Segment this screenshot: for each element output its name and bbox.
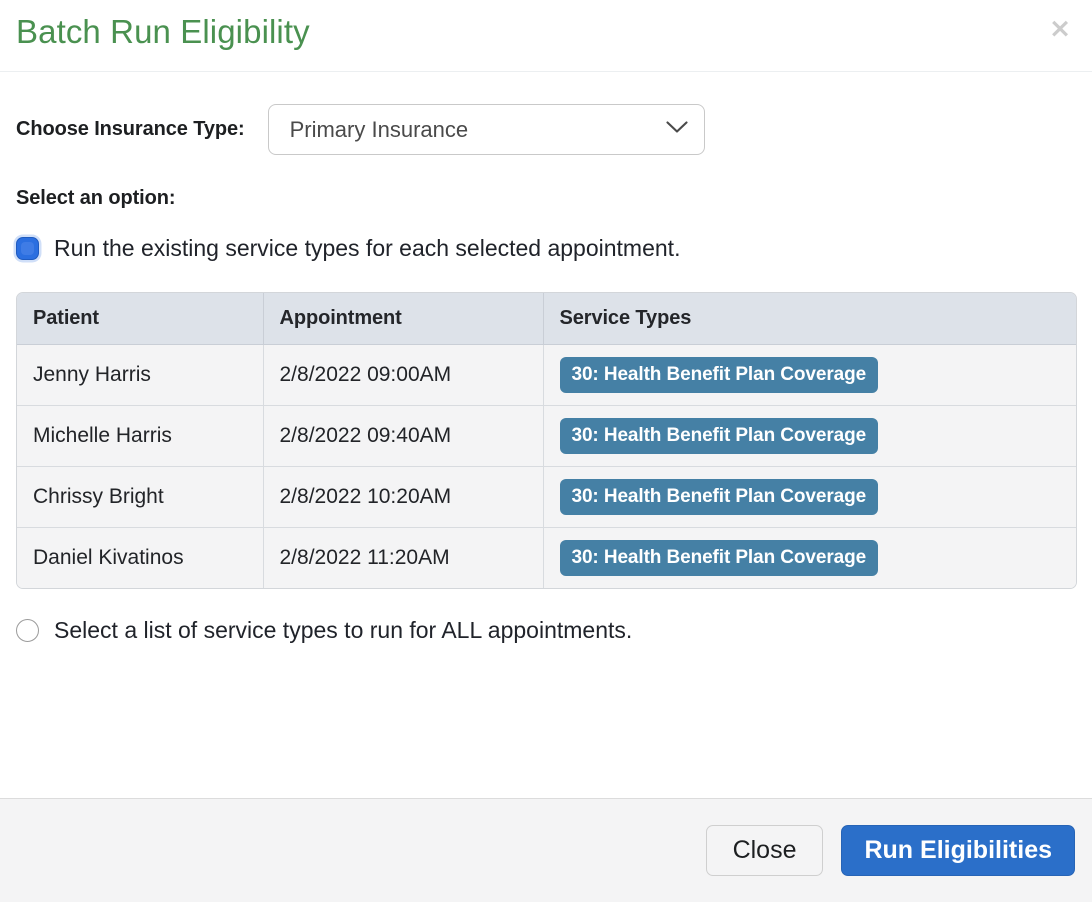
cell-patient: Chrissy Bright	[17, 466, 264, 528]
column-header-appointment: Appointment	[263, 293, 544, 345]
dialog-footer: Close Run Eligibilities	[0, 798, 1092, 902]
batch-run-eligibility-dialog: Batch Run Eligibility × Choose Insurance…	[0, 0, 1092, 902]
insurance-type-select-wrap: Primary Insurance	[267, 104, 705, 155]
radio-option-existing-service-types[interactable]: Run the existing service types for each …	[16, 234, 1076, 262]
cell-service-types: 30: Health Benefit Plan Coverage	[543, 527, 1076, 588]
radio-option-2-label: Select a list of service types to run fo…	[54, 617, 633, 643]
radio-option-list-service-types[interactable]: Select a list of service types to run fo…	[16, 616, 1076, 644]
radio-button-selected[interactable]	[16, 236, 39, 260]
column-header-service-types: Service Types	[543, 293, 1076, 345]
table-row: Michelle Harris 2/8/2022 09:40AM 30: Hea…	[17, 405, 1076, 467]
insurance-type-select[interactable]: Primary Insurance	[267, 104, 705, 155]
select-option-label: Select an option:	[16, 187, 176, 209]
cell-appointment: 2/8/2022 10:20AM	[263, 466, 544, 528]
cell-appointment: 2/8/2022 11:20AM	[263, 527, 544, 588]
cell-appointment: 2/8/2022 09:00AM	[263, 344, 544, 406]
cell-patient: Jenny Harris	[17, 344, 264, 406]
appointments-table: Patient Appointment Service Types Jenny …	[16, 292, 1077, 589]
cell-appointment: 2/8/2022 09:40AM	[263, 405, 544, 467]
dialog-header: Batch Run Eligibility ×	[0, 0, 1092, 72]
column-header-patient: Patient	[17, 293, 264, 345]
close-button[interactable]: Close	[705, 825, 824, 876]
table-row: Daniel Kivatinos 2/8/2022 11:20AM 30: He…	[17, 527, 1076, 588]
service-type-badge[interactable]: 30: Health Benefit Plan Coverage	[559, 357, 879, 393]
table-row: Chrissy Bright 2/8/2022 10:20AM 30: Heal…	[17, 466, 1076, 528]
run-eligibilities-button[interactable]: Run Eligibilities	[841, 825, 1075, 876]
cell-service-types: 30: Health Benefit Plan Coverage	[543, 405, 1076, 467]
cell-patient: Daniel Kivatinos	[17, 527, 264, 588]
service-type-badge[interactable]: 30: Health Benefit Plan Coverage	[559, 540, 879, 576]
cell-service-types: 30: Health Benefit Plan Coverage	[543, 466, 1076, 528]
radio-option-1-label: Run the existing service types for each …	[54, 235, 681, 261]
dialog-body: Choose Insurance Type: Primary Insurance…	[0, 72, 1092, 798]
close-icon[interactable]: ×	[1045, 13, 1075, 43]
insurance-type-row: Choose Insurance Type: Primary Insurance	[16, 104, 1076, 155]
radio-button-unselected[interactable]	[16, 618, 39, 642]
cell-patient: Michelle Harris	[17, 405, 264, 467]
table-header-row: Patient Appointment Service Types	[17, 293, 1076, 345]
insurance-type-label: Choose Insurance Type:	[16, 118, 245, 140]
service-type-badge[interactable]: 30: Health Benefit Plan Coverage	[559, 418, 879, 454]
table-row: Jenny Harris 2/8/2022 09:00AM 30: Health…	[17, 344, 1076, 406]
cell-service-types: 30: Health Benefit Plan Coverage	[543, 344, 1076, 406]
close-icon-glyph: ×	[1048, 12, 1072, 44]
page-title: Batch Run Eligibility	[16, 13, 310, 50]
service-type-badge[interactable]: 30: Health Benefit Plan Coverage	[559, 479, 879, 515]
